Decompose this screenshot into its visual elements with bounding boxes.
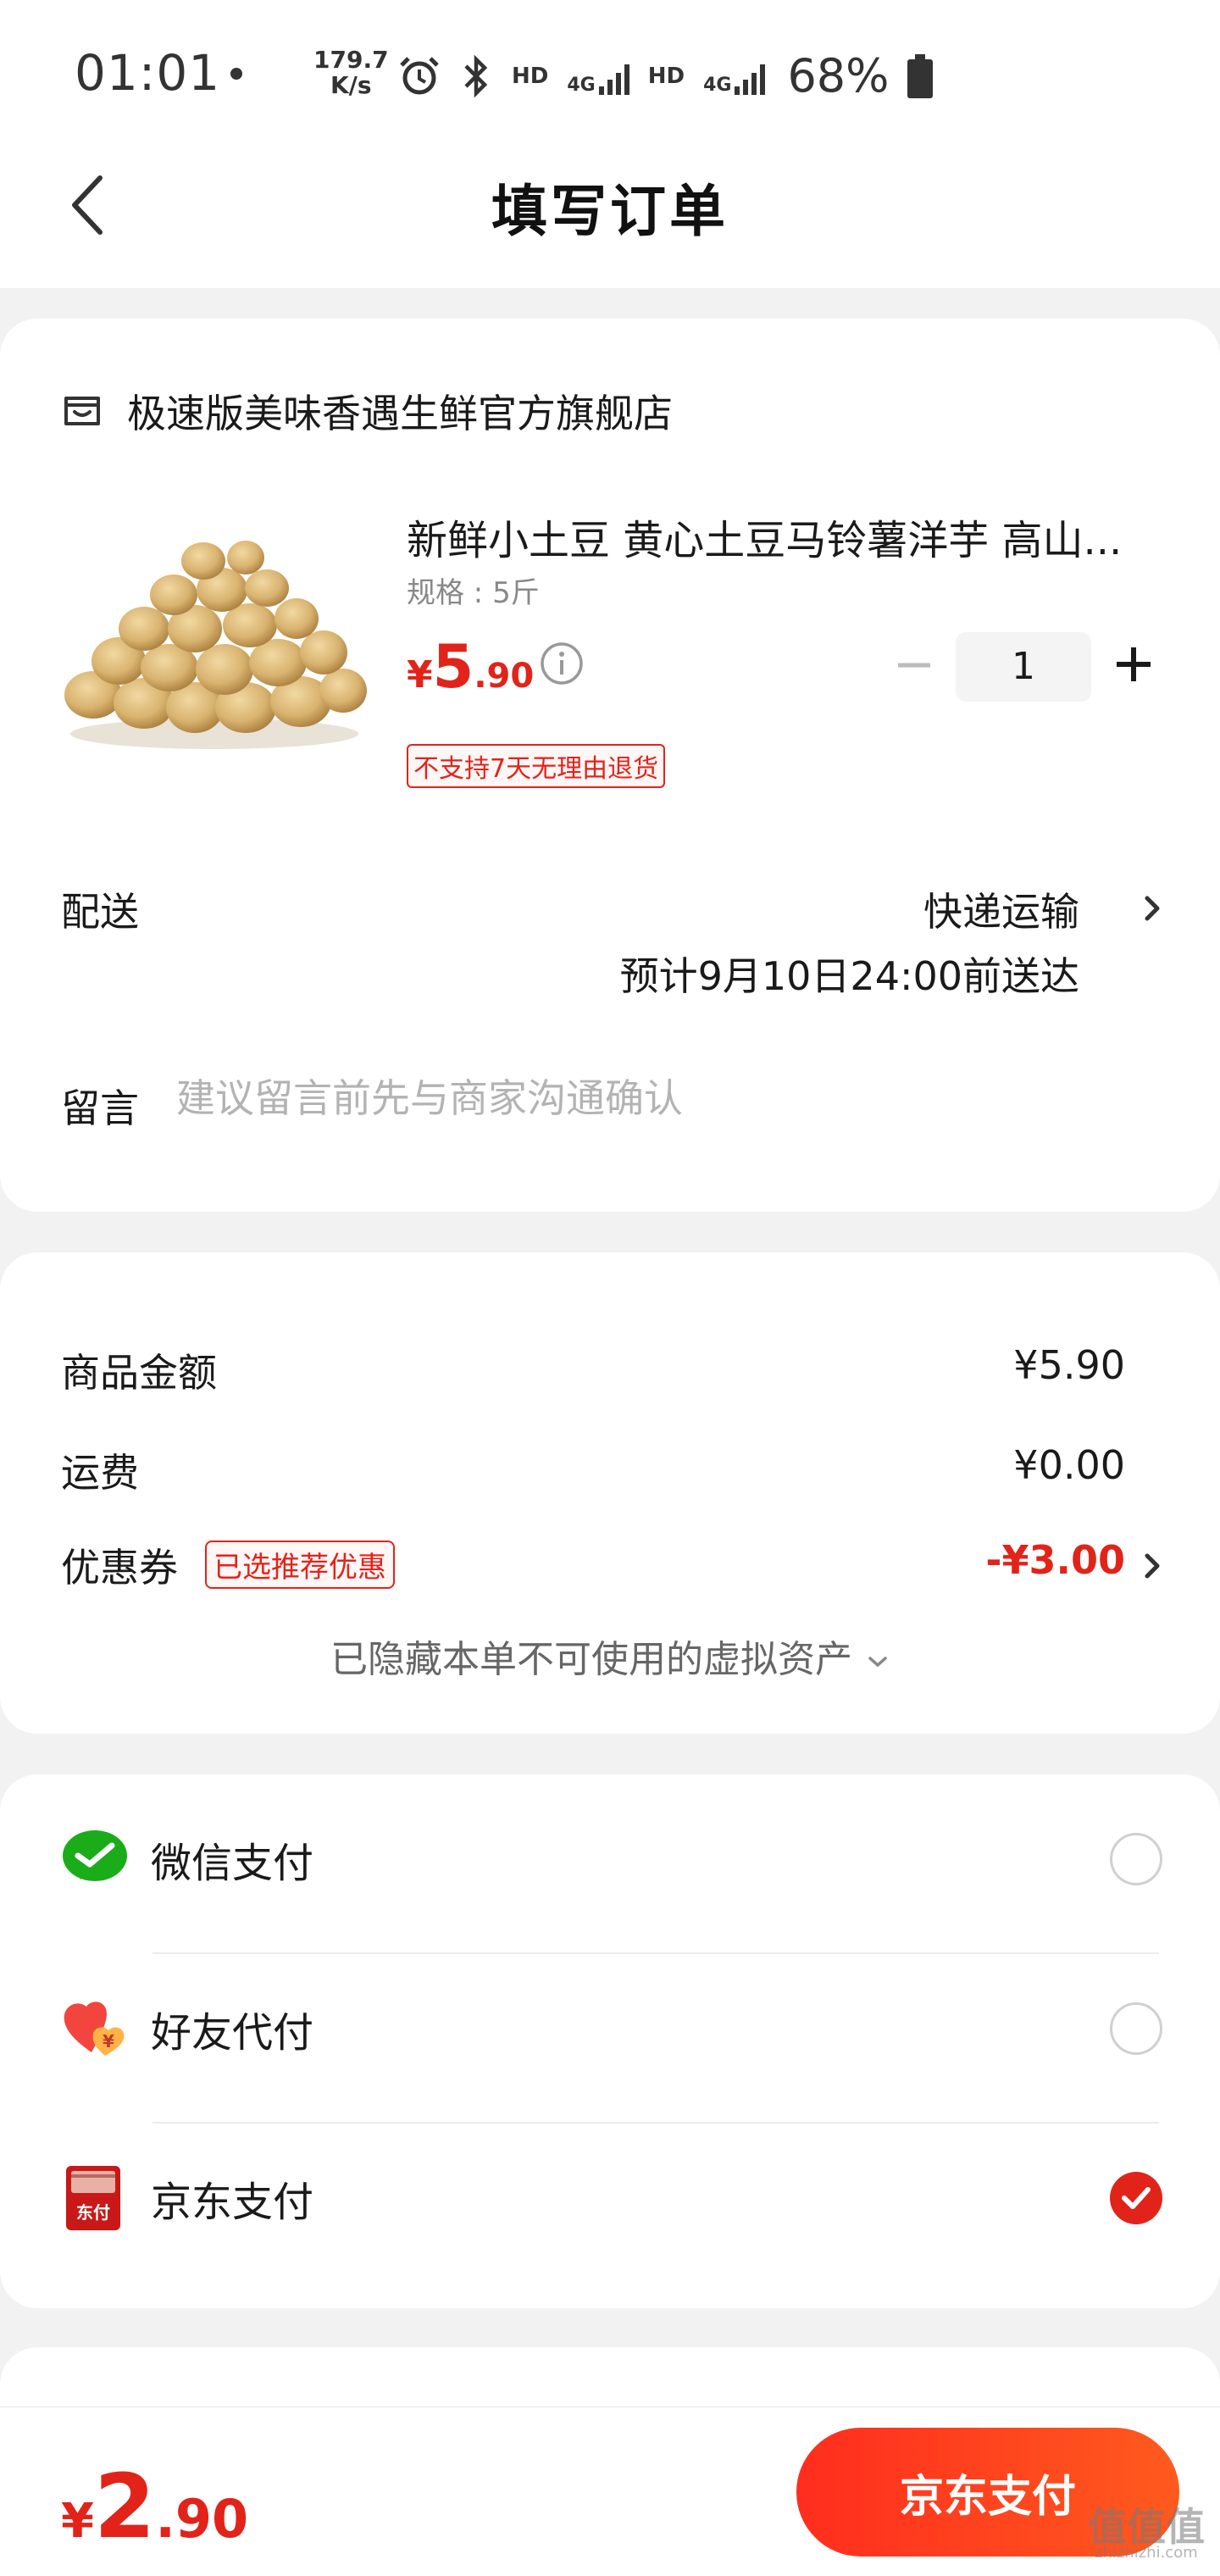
hidden-assets-text: 已隐藏本单不可使用的虚拟资产 [330, 1638, 852, 1681]
price-integer: 5 [432, 632, 474, 702]
store-name: 极速版美味香遇生鲜官方旗舰店 [127, 391, 673, 436]
svg-text:东付: 东付 [76, 2202, 110, 2223]
goods-amount-value: ¥5.90 [1013, 1342, 1125, 1388]
status-icons: HD 4G HD 4G 68% [398, 49, 934, 103]
signal-icon-2: 4G [703, 58, 766, 96]
quantity-plus-button[interactable] [1112, 642, 1156, 686]
alarm-icon [400, 56, 439, 94]
quantity-minus-button[interactable] [893, 644, 935, 686]
chevron-down-icon [868, 1657, 887, 1668]
network-label-1: 4G [567, 74, 596, 96]
price-decimal: .90 [474, 657, 535, 696]
shipping-row: 运费 ¥0.00 [61, 1442, 1125, 1498]
delivery-eta: 预计9月10日24:00前送达 [619, 953, 1079, 999]
info-icon[interactable] [539, 641, 585, 686]
price-currency: ¥ [407, 653, 433, 697]
quantity-value[interactable]: 1 [956, 632, 1091, 702]
check-icon [1122, 2187, 1151, 2209]
signal-icon: 4G [567, 58, 629, 95]
radio-friend[interactable] [1110, 2002, 1162, 2055]
delivery-label: 配送 [61, 889, 139, 935]
total-price: ¥2.90 [61, 2455, 248, 2558]
total-currency: ¥ [61, 2494, 94, 2549]
delivery-method[interactable]: 快递运输 [923, 881, 1079, 937]
store-icon [64, 397, 100, 425]
net-speed-value: 179.7 [313, 46, 389, 74]
bottom-bar: ¥2.90 京东支付 [0, 2407, 1220, 2576]
chevron-right-icon[interactable] [1140, 1549, 1164, 1583]
coupon-value[interactable]: -¥3.00 [985, 1537, 1125, 1583]
coupon-label: 优惠券 [61, 1545, 178, 1591]
return-policy-badge: 不支持7天无理由退货 [407, 744, 666, 788]
net-speed-unit: K/s [330, 71, 372, 99]
battery-percent: 68% [787, 49, 890, 103]
goods-amount-row: 商品金额 ¥5.90 [61, 1342, 1125, 1398]
status-time: 01:01 [75, 44, 221, 102]
store-row[interactable]: 极速版美味香遇生鲜官方旗舰店 [61, 383, 673, 439]
payment-methods-card: 微信支付 ¥ 好友代付 东付 京东支付 [0, 1774, 1220, 2308]
message-input[interactable] [176, 1068, 1151, 1129]
status-bar: 01:01 179.7 K/s HD 4G HD 4G 68% [0, 0, 1220, 149]
goods-amount-label: 商品金额 [61, 1350, 217, 1396]
chevron-right-icon[interactable] [1140, 891, 1164, 925]
battery-icon [907, 53, 934, 98]
shipping-label: 运费 [61, 1450, 139, 1496]
payment-label-jd: 京东支付 [151, 2179, 314, 2226]
product-spec: 规格 : 5斤 [407, 576, 540, 610]
product-price: ¥5.90 [407, 632, 534, 702]
shipping-value: ¥0.00 [1013, 1442, 1125, 1488]
wechat-pay-icon [63, 1830, 127, 1881]
bluetooth-icon [464, 54, 488, 97]
network-label-2: 4G [703, 74, 732, 96]
svg-text:¥: ¥ [103, 2031, 114, 2051]
payment-label-friend: 好友代付 [151, 2009, 314, 2057]
coupon-badge: 已选推荐优惠 [205, 1541, 395, 1589]
page-title: 填写订单 [491, 179, 729, 244]
radio-wechat[interactable] [1110, 1833, 1162, 1885]
watermark-url: zhizhizhi.com [1095, 2544, 1198, 2562]
payment-option-friend[interactable]: ¥ 好友代付 [61, 1944, 1162, 2113]
payment-option-wechat[interactable]: 微信支付 [61, 1774, 1162, 1944]
hidden-assets-toggle[interactable]: 已隐藏本单不可使用的虚拟资产 [0, 1629, 1220, 1683]
product-title[interactable]: 新鲜小土豆 黄心土豆马铃薯洋芋 高山... [407, 507, 1135, 566]
message-label: 留言 [61, 1085, 139, 1131]
hd-label-1: HD [512, 63, 549, 89]
potato-image[interactable] [59, 534, 369, 754]
dot-icon [230, 68, 242, 80]
payment-label-wechat: 微信支付 [151, 1840, 314, 1887]
hd-label-2: HD [647, 63, 685, 89]
order-card: 极速版美味香遇生鲜官方旗舰店 新鲜小土豆 黄心土豆马铃薯洋芋 高山... 规格 … [0, 319, 1220, 1212]
net-speed: 179.7 K/s [313, 47, 389, 98]
jd-pay-icon: 东付 [66, 2166, 120, 2230]
friend-pay-icon: ¥ [64, 2001, 125, 2056]
payment-option-jd[interactable]: 东付 京东支付 [61, 2113, 1162, 2283]
total-integer: 2 [93, 2455, 156, 2558]
radio-jd-checked[interactable] [1110, 2172, 1162, 2224]
price-summary-card: 商品金额 ¥5.90 运费 ¥0.00 优惠券 已选推荐优惠 -¥3.00 已隐… [0, 1252, 1220, 1734]
total-decimal: .90 [155, 2488, 249, 2550]
